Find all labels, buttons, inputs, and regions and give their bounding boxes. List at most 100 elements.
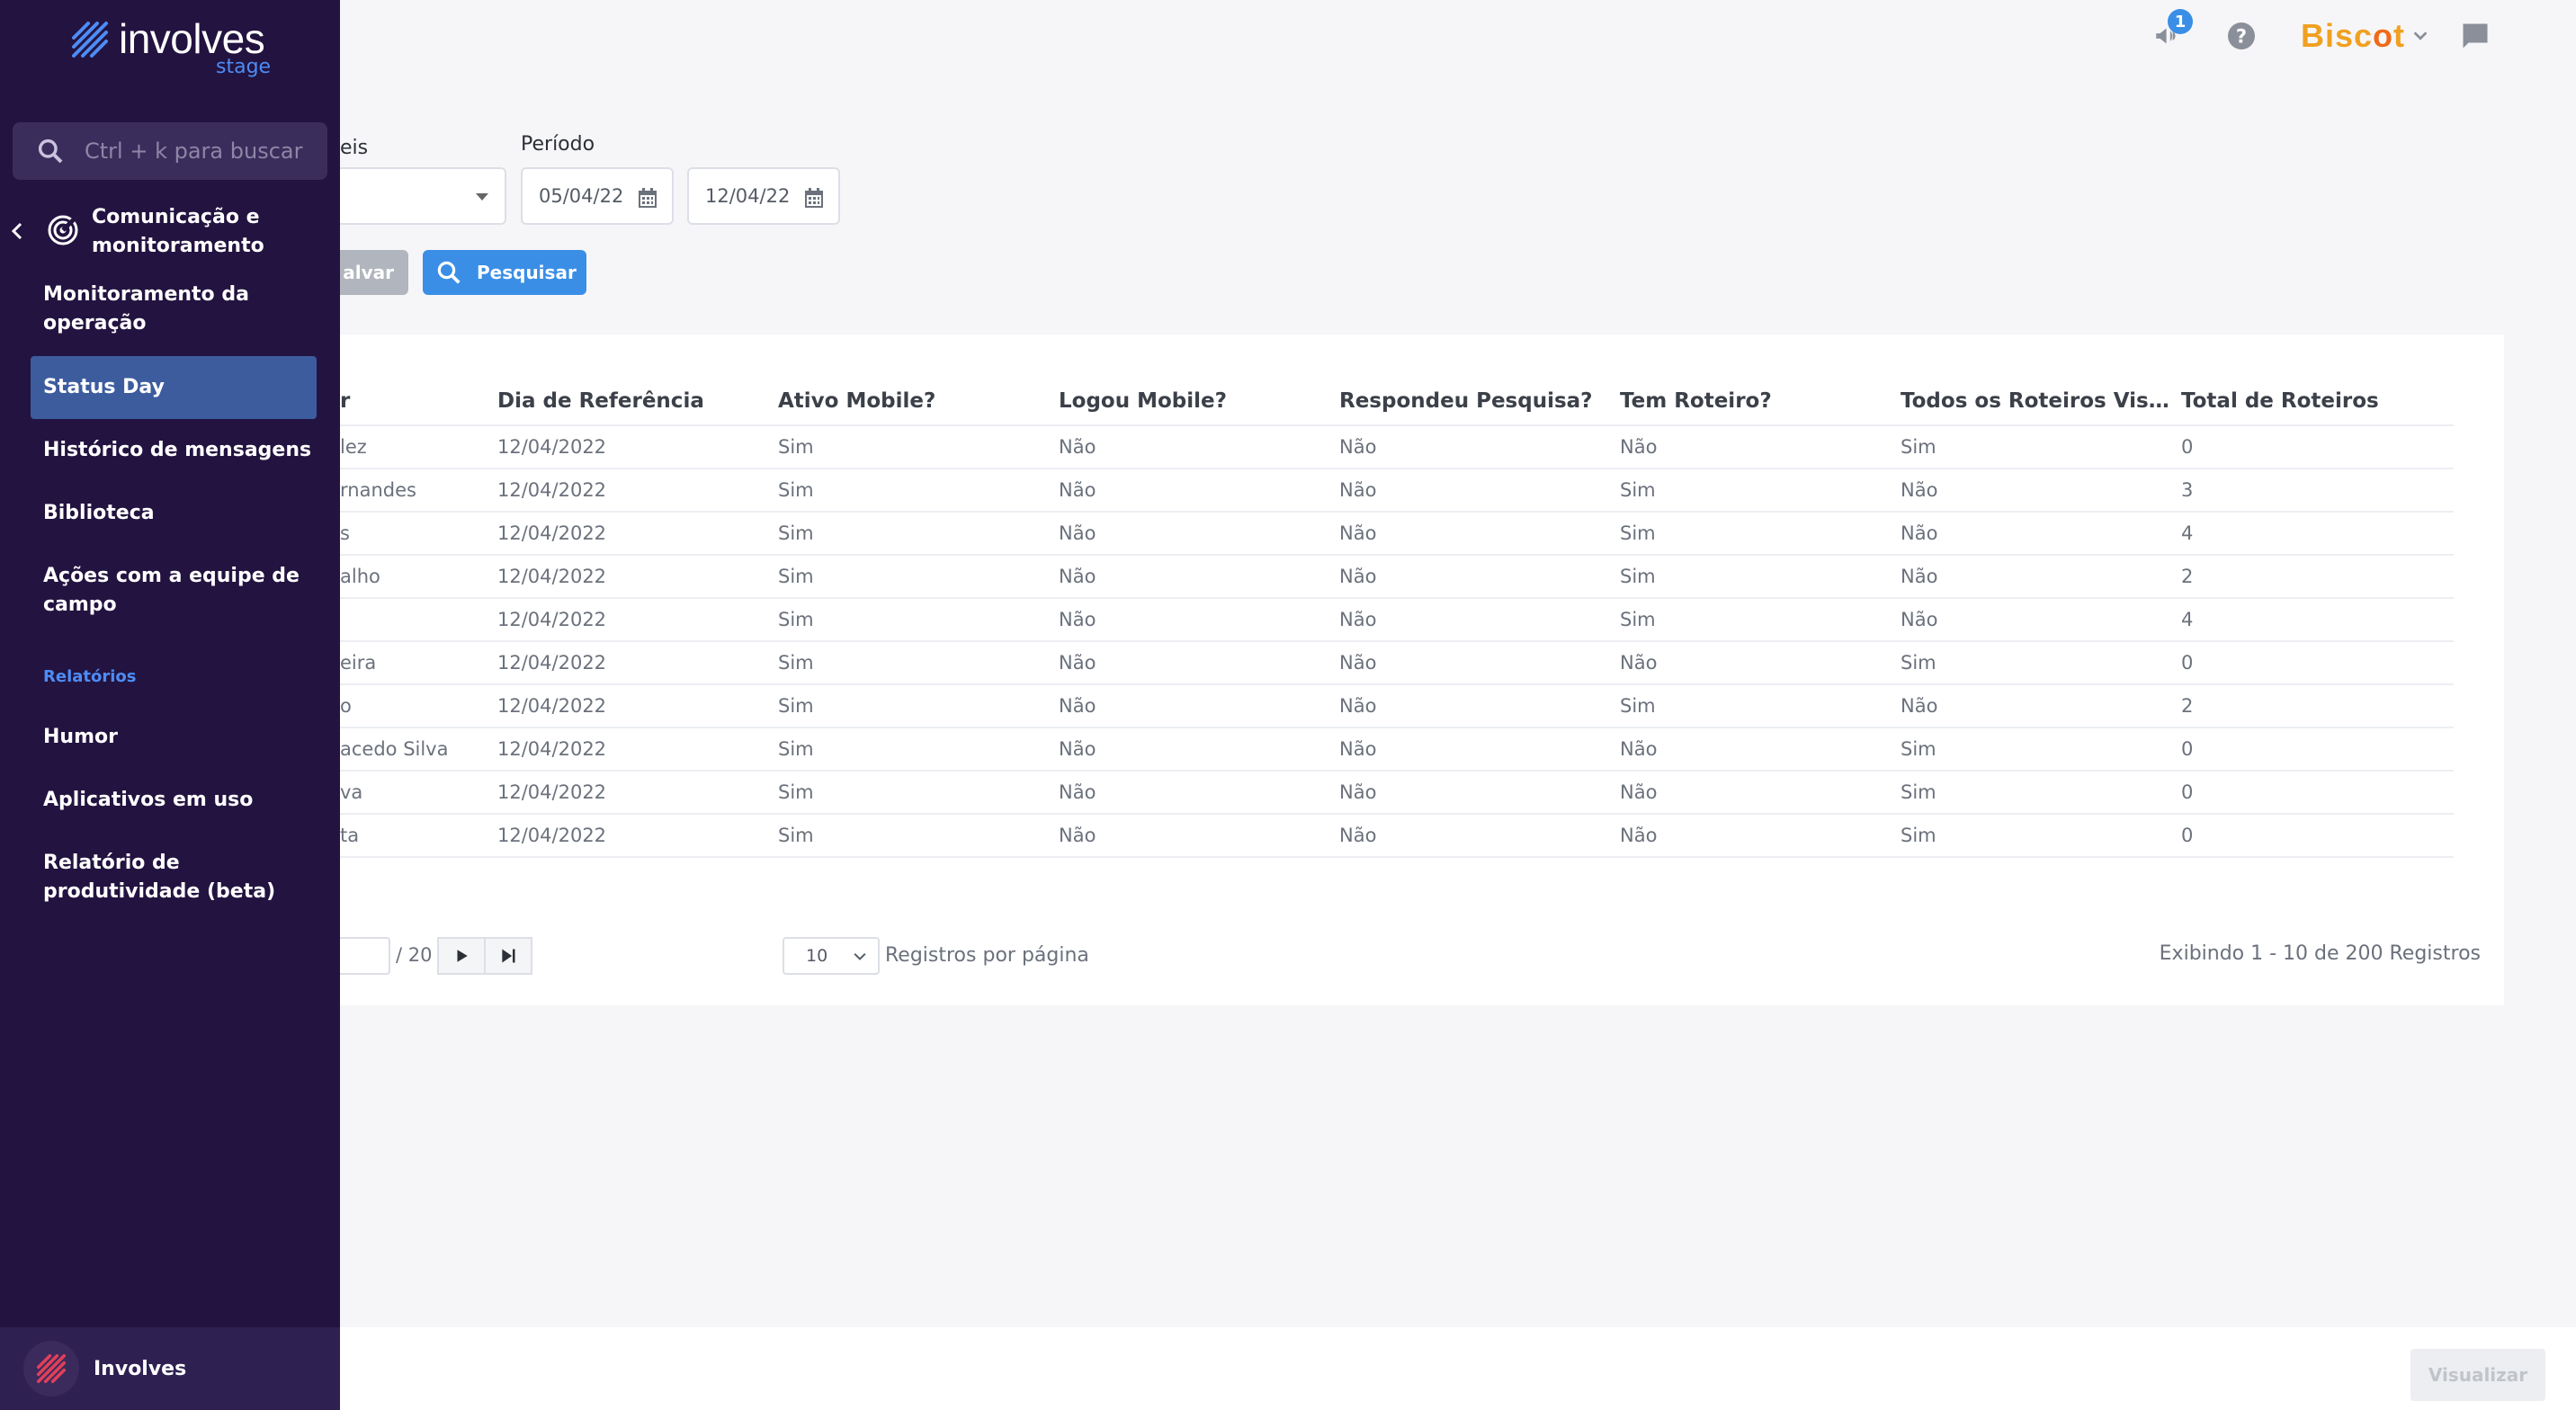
table-cell: Não (1339, 738, 1377, 760)
table-row[interactable]: eira 12/04/2022 Sim Não Não Não Sim 0 (340, 642, 2454, 685)
section-header[interactable]: Comunicação e monitoramento (0, 201, 340, 261)
sidebar-item-status-day[interactable]: Status Day (31, 356, 317, 419)
table-cell: 4 (2181, 609, 2194, 630)
column-header[interactable]: Total de Roteiros (2181, 389, 2454, 413)
table-cell: 12/04/2022 (497, 825, 607, 846)
table-row[interactable]: alho 12/04/2022 Sim Não Não Sim Não 2 (340, 556, 2454, 599)
table-cell: Não (1901, 522, 1938, 544)
sidebar: involves stage Ctrl + k para buscar Comu… (0, 0, 340, 1410)
end-date-input[interactable]: 12/04/22 (687, 167, 840, 225)
table-cell: Não (1059, 436, 1096, 458)
table-cell: Não (1059, 738, 1096, 760)
table-cell: 0 (2181, 436, 2194, 458)
user-menu[interactable]: Biscot (2301, 17, 2430, 55)
table-cell: Não (1059, 652, 1096, 674)
table-row[interactable]: lez 12/04/2022 Sim Não Não Não Sim 0 (340, 426, 2454, 469)
per-page-select[interactable]: 10 (783, 937, 880, 975)
table-cell: 12/04/2022 (497, 652, 607, 674)
table-cell: Não (1059, 825, 1096, 846)
table-cell: ta (340, 825, 360, 846)
organization-switcher[interactable]: Involves (0, 1327, 340, 1410)
table-cell: Não (1339, 781, 1377, 803)
records-summary: Exibindo 1 - 10 de 200 Registros (2159, 942, 2481, 965)
start-date-input[interactable]: 05/04/22 (521, 167, 674, 225)
table-cell: Sim (1901, 652, 1936, 674)
table-cell: Sim (778, 781, 814, 803)
table-row[interactable]: rnandes 12/04/2022 Sim Não Não Sim Não 3 (340, 469, 2454, 513)
filter-select[interactable] (340, 167, 506, 225)
involves-logo-icon (72, 22, 108, 58)
chevron-left-icon[interactable] (9, 221, 25, 241)
table-cell: 2 (2181, 566, 2194, 587)
per-page-label: Registros por página (885, 944, 1089, 967)
chat-button[interactable] (2455, 16, 2495, 56)
column-header[interactable]: Logou Mobile? (1059, 389, 1339, 413)
table-cell: 4 (2181, 522, 2194, 544)
save-button[interactable]: alvar (340, 250, 408, 295)
sidebar-item-aplicativos[interactable]: Aplicativos em uso (43, 786, 313, 815)
table-cell: 0 (2181, 652, 2194, 674)
chat-icon (2463, 23, 2488, 49)
sidebar-item-historico[interactable]: Histórico de mensagens (43, 436, 313, 465)
app-logo[interactable]: involves (68, 18, 265, 61)
help-button[interactable]: ? (2222, 16, 2261, 56)
sidebar-item-humor[interactable]: Humor (43, 723, 313, 752)
column-header[interactable]: Tem Roteiro? (1620, 389, 1901, 413)
notifications-button[interactable]: 1 (2148, 9, 2193, 56)
search-icon (437, 261, 461, 284)
sidebar-item-acoes-equipe[interactable]: Ações com a equipe de campo (43, 562, 313, 620)
sidebar-search[interactable]: Ctrl + k para buscar (13, 122, 327, 180)
table-row[interactable]: ta 12/04/2022 Sim Não Não Não Sim 0 (340, 815, 2454, 858)
top-actions: 1 ? Biscot (2148, 9, 2495, 59)
column-header[interactable]: Dia de Referência (497, 389, 778, 413)
table-cell: 0 (2181, 738, 2194, 760)
table-cell: Sim (778, 695, 814, 717)
table-row[interactable]: 12/04/2022 Sim Não Não Sim Não 4 (340, 599, 2454, 642)
view-button[interactable]: Visualizar (2411, 1349, 2545, 1401)
table-cell: 0 (2181, 781, 2194, 803)
sidebar-item-label: Status Day (43, 376, 165, 398)
table-cell: 12/04/2022 (497, 566, 607, 587)
table-cell: Sim (1901, 825, 1936, 846)
table-cell: Não (1901, 695, 1938, 717)
table-cell: acedo Silva (340, 738, 449, 760)
table-row[interactable]: acedo Silva 12/04/2022 Sim Não Não Não Sim 0 (340, 728, 2454, 772)
sidebar-group-relatorios: Relatórios (43, 667, 137, 686)
table-row[interactable]: s 12/04/2022 Sim Não Não Sim Não 4 (340, 513, 2454, 556)
sidebar-item-monitoramento[interactable]: Monitoramento da operação (43, 281, 313, 338)
status-table: r Dia de Referência Ativo Mobile? Logou … (340, 378, 2454, 858)
table-cell: Sim (778, 609, 814, 630)
table-cell: Não (1339, 695, 1377, 717)
table-row[interactable]: o 12/04/2022 Sim Não Não Sim Não 2 (340, 685, 2454, 728)
radar-icon (48, 215, 78, 245)
last-page-button[interactable] (484, 937, 532, 975)
table-header: r Dia de Referência Ativo Mobile? Logou … (340, 378, 2454, 426)
table-cell: Não (1901, 609, 1938, 630)
table-cell: Não (1059, 566, 1096, 587)
next-page-button[interactable] (437, 937, 486, 975)
table-cell: Não (1059, 609, 1096, 630)
table-cell: alho (340, 566, 380, 587)
table-cell: Não (1339, 609, 1377, 630)
page-number-input[interactable] (340, 937, 390, 975)
table-cell: Sim (778, 436, 814, 458)
search-placeholder: Ctrl + k para buscar (85, 138, 303, 164)
table-cell: Não (1059, 479, 1096, 501)
column-header[interactable]: r (340, 389, 497, 413)
column-header[interactable]: Respondeu Pesquisa? (1339, 389, 1620, 413)
column-header[interactable]: Ativo Mobile? (778, 389, 1059, 413)
table-cell: Sim (778, 522, 814, 544)
table-row[interactable]: va 12/04/2022 Sim Não Não Não Sim 0 (340, 772, 2454, 815)
table-cell: Não (1339, 825, 1377, 846)
sidebar-item-biblioteca[interactable]: Biblioteca (43, 499, 313, 528)
column-header[interactable]: Todos os Roteiros Visita... (1901, 389, 2181, 413)
sidebar-item-produtividade[interactable]: Relatório de produtividade (beta) (43, 849, 313, 906)
notification-count-badge: 1 (2167, 9, 2193, 34)
period-label: Período (521, 133, 595, 156)
table-cell: 12/04/2022 (497, 738, 607, 760)
chevron-down-icon (2413, 31, 2428, 40)
skip-end-icon (502, 949, 515, 963)
results-card: r Dia de Referência Ativo Mobile? Logou … (340, 335, 2504, 1005)
pagination: / 20 10 Registros por página Exibindo 1 … (340, 937, 2504, 975)
search-button[interactable]: Pesquisar (423, 250, 586, 295)
